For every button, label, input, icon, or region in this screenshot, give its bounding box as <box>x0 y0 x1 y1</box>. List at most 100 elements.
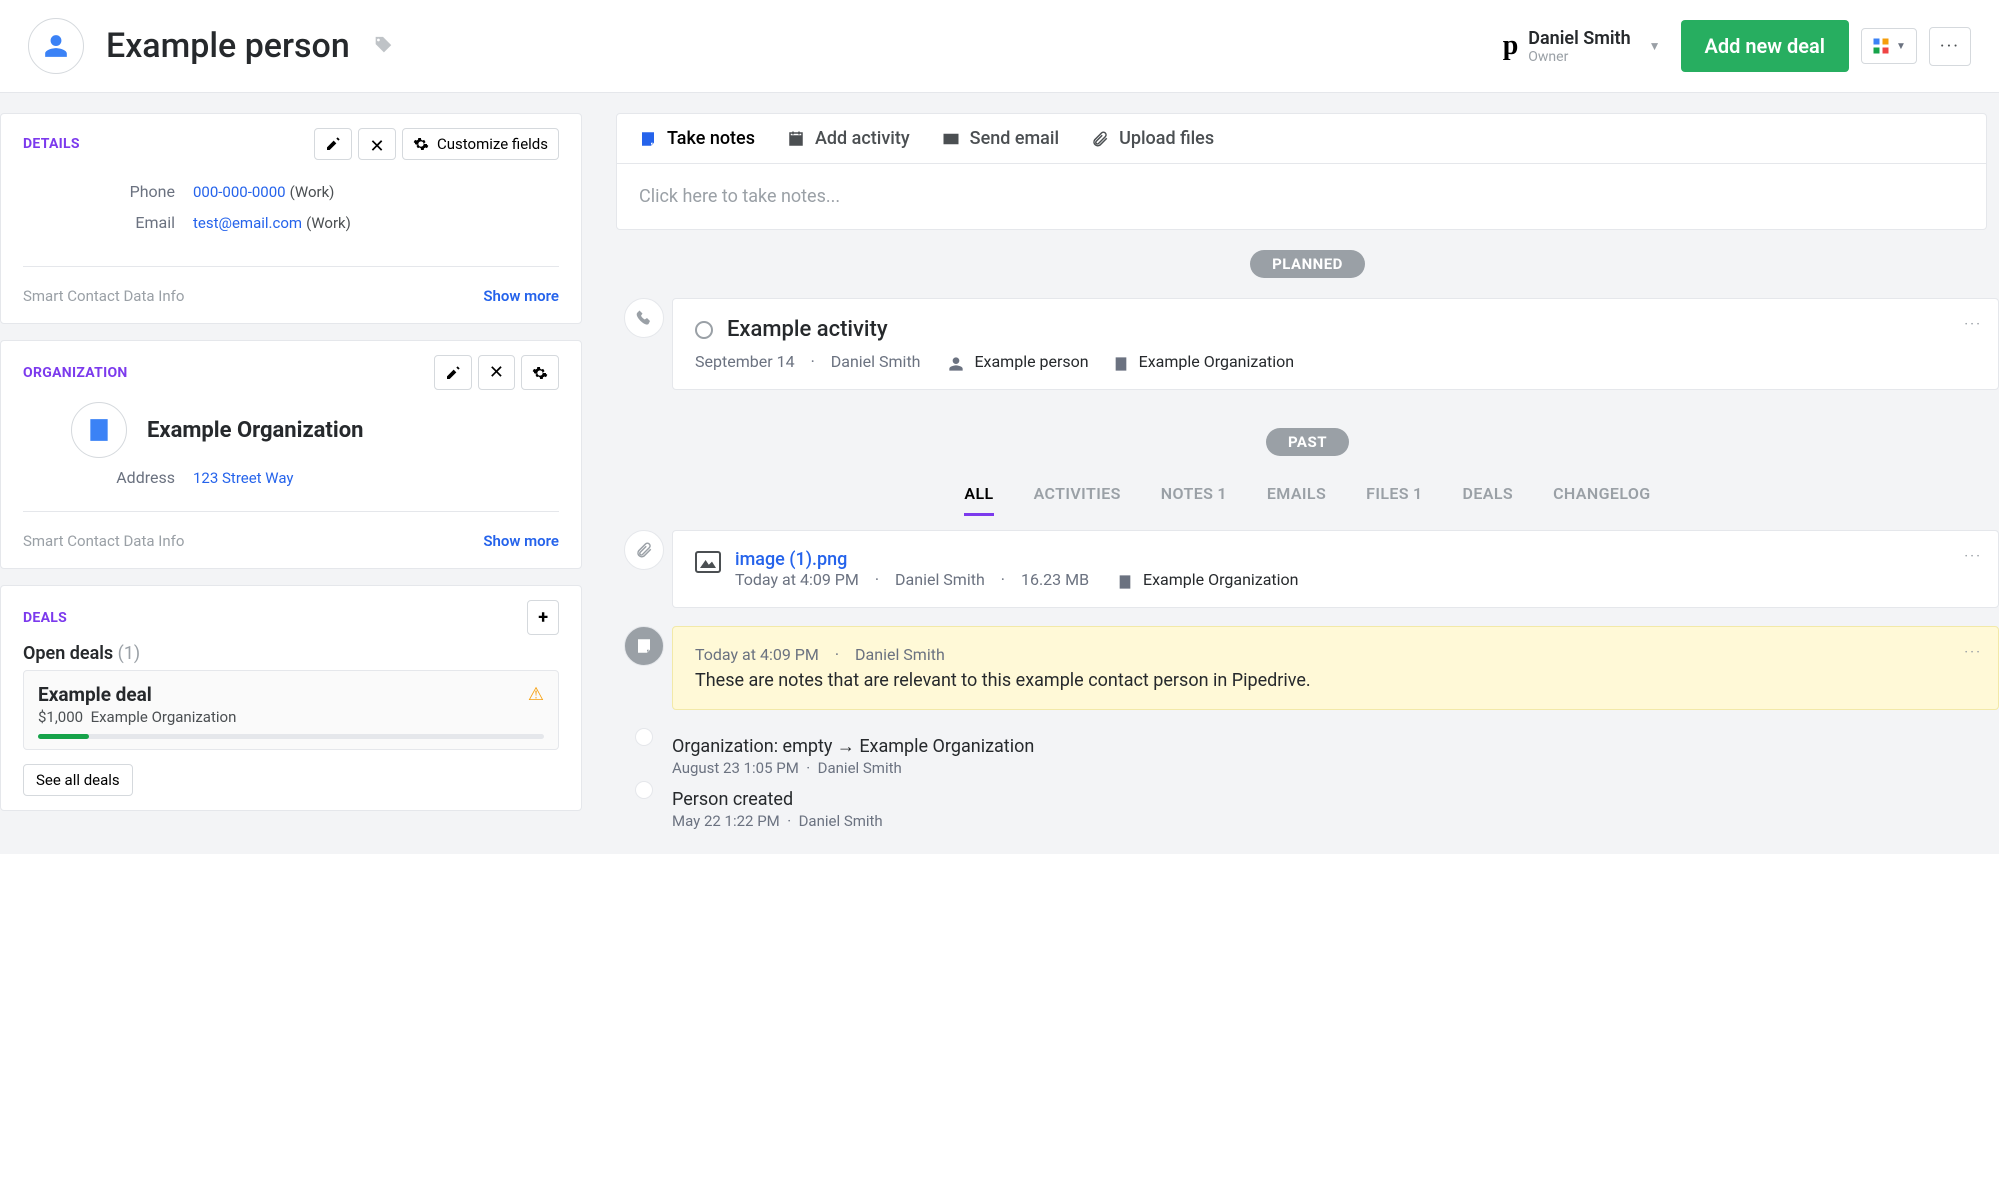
close-icon: ✕ <box>369 136 385 152</box>
phone-type: (Work) <box>290 183 335 201</box>
changelog-title: Person created <box>672 789 1999 810</box>
close-org-button[interactable]: ✕ <box>478 355 515 390</box>
note-icon <box>635 637 653 655</box>
note-bullet <box>624 626 664 666</box>
filter-emails[interactable]: EMAILS <box>1267 484 1326 516</box>
note-input[interactable]: Click here to take notes... <box>617 164 1986 229</box>
file-card[interactable]: ··· image (1).png Today at 4:09 PM Danie… <box>672 530 1999 608</box>
edit-org-button[interactable] <box>434 355 472 390</box>
image-icon <box>695 551 721 573</box>
deals-card: DEALS + Open deals (1) Example deal ⚠ $1… <box>0 585 582 811</box>
filter-changelog[interactable]: CHANGELOG <box>1553 484 1651 516</box>
file-org: Example Organization <box>1143 570 1299 589</box>
customize-fields-button[interactable]: Customize fields <box>402 128 559 160</box>
show-more-org[interactable]: Show more <box>483 532 559 550</box>
edit-details-button[interactable] <box>314 128 352 160</box>
changelog-bullet <box>635 781 653 799</box>
close-icon: ✕ <box>489 362 504 383</box>
owner-selector[interactable]: p Daniel Smith Owner ▼ <box>1503 28 1661 65</box>
action-bar: Take notes Add activity Send email Uploa… <box>616 113 1987 230</box>
org-settings-button[interactable] <box>521 355 559 390</box>
activity-person: Example person <box>974 352 1088 371</box>
filter-files[interactable]: FILES1 <box>1366 484 1422 516</box>
add-new-deal-button[interactable]: Add new deal <box>1681 20 1849 72</box>
address-label: Address <box>23 468 193 487</box>
add-deal-button[interactable]: + <box>527 600 559 635</box>
grid-icon <box>1872 37 1890 55</box>
chevron-down-icon: ▼ <box>1896 41 1906 52</box>
activity-user: Daniel Smith <box>831 352 921 371</box>
deal-amount: $1,000 <box>38 708 83 726</box>
note-more-button[interactable]: ··· <box>1964 643 1982 661</box>
activity-bullet <box>624 298 664 338</box>
file-more-button[interactable]: ··· <box>1964 547 1982 565</box>
org-name[interactable]: Example Organization <box>147 418 363 443</box>
calendar-icon <box>787 130 805 148</box>
filter-deals[interactable]: DEALS <box>1463 484 1514 516</box>
deal-progress <box>38 734 544 739</box>
person-icon <box>43 33 69 59</box>
smart-contact-label: Smart Contact Data Info <box>23 287 184 305</box>
building-icon <box>1113 356 1129 372</box>
pencil-icon <box>325 136 341 152</box>
activity-title: Example activity <box>727 317 888 342</box>
file-name[interactable]: image (1).png <box>735 549 1299 570</box>
activity-more-button[interactable]: ··· <box>1964 315 1982 333</box>
org-avatar <box>71 402 127 458</box>
open-deals-label: Open deals <box>23 643 113 664</box>
note-user: Daniel Smith <box>855 645 945 664</box>
phone-link[interactable]: 000-000-0000 <box>193 183 286 201</box>
attachment-icon <box>1091 130 1109 148</box>
organization-card: ORGANIZATION ✕ Example Organization Addr… <box>0 340 582 569</box>
filter-notes[interactable]: NOTES1 <box>1161 484 1227 516</box>
deal-org: Example Organization <box>91 708 237 726</box>
past-badge: PAST <box>1266 428 1349 456</box>
phone-label: Phone <box>23 182 193 201</box>
attachment-icon <box>635 541 653 559</box>
email-link[interactable]: test@email.com <box>193 214 302 232</box>
open-deals-count: (1) <box>118 643 141 664</box>
note-icon <box>639 130 657 148</box>
tab-add-activity[interactable]: Add activity <box>787 128 910 149</box>
show-more-details[interactable]: Show more <box>483 287 559 305</box>
more-button[interactable]: ··· <box>1929 27 1971 66</box>
building-icon <box>86 417 112 443</box>
tab-send-email[interactable]: Send email <box>942 128 1059 149</box>
address-link[interactable]: 123 Street Way <box>193 469 294 487</box>
person-avatar <box>28 18 84 74</box>
building-icon <box>1117 574 1133 590</box>
filter-activities[interactable]: ACTIVITIES <box>1034 484 1121 516</box>
email-label: Email <box>23 213 193 232</box>
view-toggle-button[interactable]: ▼ <box>1861 28 1917 64</box>
pipedrive-icon: p <box>1503 30 1519 62</box>
deal-item[interactable]: Example deal ⚠ $1,000 Example Organizati… <box>23 670 559 750</box>
details-heading: DETAILS <box>23 136 80 152</box>
file-bullet <box>624 530 664 570</box>
person-icon <box>948 356 964 372</box>
chevron-down-icon: ▼ <box>1649 39 1661 53</box>
timeline-filter-tabs: ALL ACTIVITIES NOTES1 EMAILS FILES1 DEAL… <box>616 476 1999 530</box>
note-time: Today at 4:09 PM <box>695 645 819 664</box>
activity-date: September 14 <box>695 352 795 371</box>
tab-upload-files[interactable]: Upload files <box>1091 128 1214 149</box>
changelog-title: Organization: empty → Example Organizati… <box>672 736 1999 757</box>
file-time: Today at 4:09 PM <box>735 570 859 589</box>
close-details-button[interactable]: ✕ <box>358 128 396 160</box>
see-all-deals-button[interactable]: See all deals <box>23 764 133 796</box>
plus-icon: + <box>538 607 548 628</box>
activity-checkbox[interactable] <box>695 321 713 339</box>
tag-icon[interactable] <box>372 35 394 57</box>
activity-card[interactable]: ··· Example activity September 14 Daniel… <box>672 298 1999 390</box>
dots-icon: ··· <box>1940 36 1960 57</box>
phone-icon <box>635 309 653 327</box>
warning-icon: ⚠ <box>528 684 544 705</box>
planned-badge: PLANNED <box>1250 250 1365 278</box>
tab-take-notes[interactable]: Take notes <box>639 128 755 149</box>
filter-all[interactable]: ALL <box>964 484 993 516</box>
deal-title: Example deal <box>38 683 152 706</box>
changelog-bullet <box>635 728 653 746</box>
email-type: (Work) <box>306 214 351 232</box>
note-card[interactable]: ··· Today at 4:09 PM Daniel Smith These … <box>672 626 1999 710</box>
file-size: 16.23 MB <box>1021 570 1089 589</box>
gear-icon <box>532 365 548 381</box>
